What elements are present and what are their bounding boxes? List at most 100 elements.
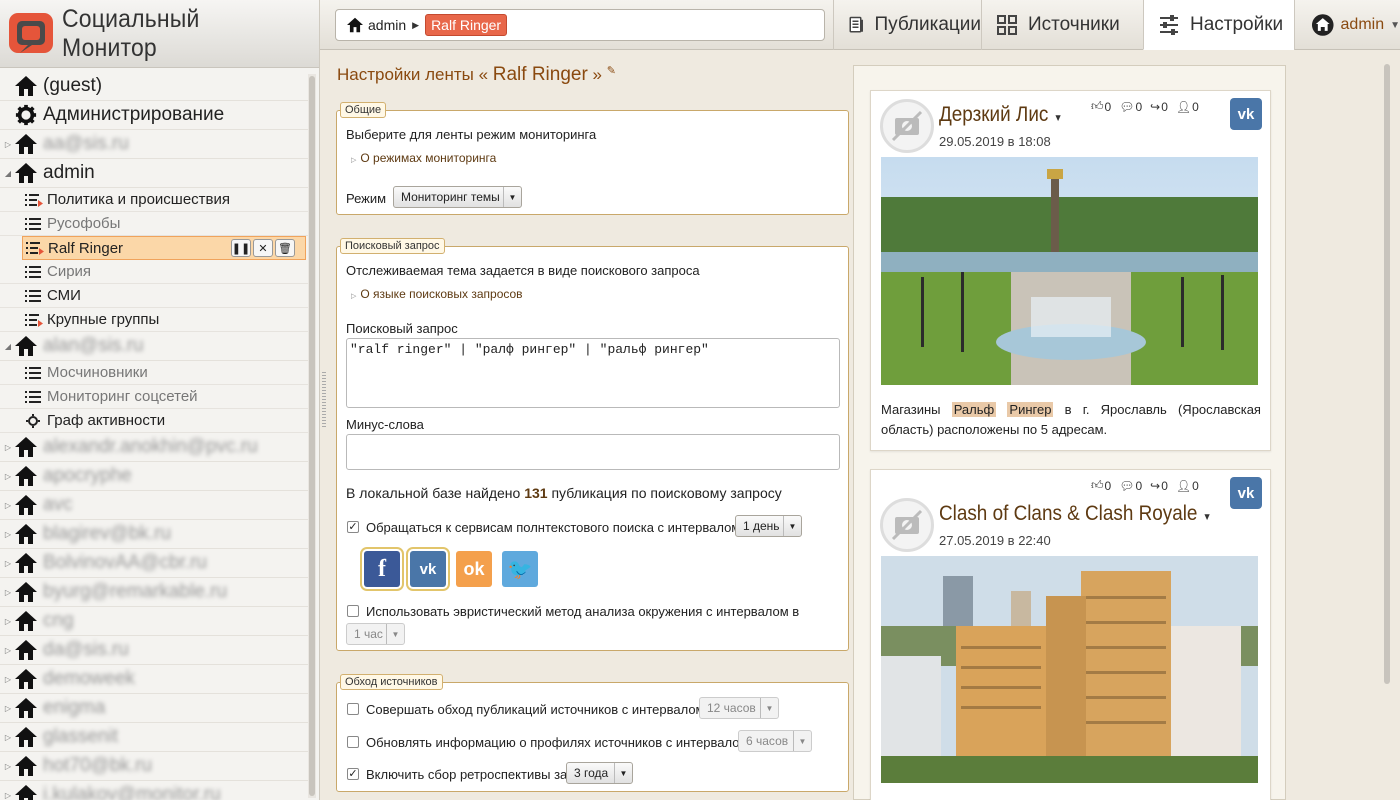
tree-node-user[interactable]: ▷ hot70@bk.ru [0,752,310,781]
settings-tools-icon[interactable]: ✕ [253,239,273,257]
tree-node-user[interactable]: ▷ aa@sis.ru [0,130,310,159]
caret-down-icon[interactable]: ▼ [1054,113,1063,124]
heuristic-interval-select[interactable]: 1 час ▼ [346,623,405,645]
retrospective-period-select[interactable]: 3 года ▼ [566,762,633,784]
home-icon[interactable] [346,17,364,33]
tree-node-user[interactable]: ▷ BolvinovAA@cbr.ru [0,549,310,578]
vk-icon[interactable]: vk [406,547,450,591]
facebook-icon[interactable]: f [360,547,404,591]
home-icon [15,495,37,515]
views-icon: 👤︎ 0 [1175,478,1199,493]
tree-node-administration[interactable]: Администрирование [0,101,310,130]
tree-node-user[interactable]: ▷ byurg@remarkable.ru [0,578,310,607]
crawl-posts-checkbox[interactable] [347,703,359,715]
group-general: Общие Выберите для ленты режим мониторин… [336,102,849,215]
caret-down-icon[interactable]: ▼ [1203,512,1212,523]
expand-arrow-icon[interactable]: ▷ [2,617,14,626]
feed-item[interactable]: СМИ [0,284,310,308]
expand-arrow-icon[interactable]: ▷ [2,472,14,481]
post-image[interactable] [881,556,1258,783]
breadcrumb-feed[interactable]: Ralf Ringer [425,14,508,36]
fulltext-interval-select[interactable]: 1 день ▼ [735,515,802,537]
scrollbar-thumb[interactable] [309,76,315,796]
home-icon [15,553,37,573]
scrollbar-thumb[interactable] [1384,64,1390,684]
expand-arrow-icon[interactable]: ▷ [2,588,14,597]
post-author[interactable]: Дерзкий Лис ▼ [939,103,1062,127]
tree-node-user[interactable]: ▷ alexandr.anokhin@pvc.ru [0,433,310,462]
expand-arrow-icon[interactable]: ▷ [2,791,14,800]
hint-link[interactable]: ▷ О режимах мониторинга [351,151,496,165]
tree-node-guest[interactable]: (guest) [0,72,310,101]
expand-arrow-icon[interactable]: ▷ [2,762,14,771]
pause-icon[interactable]: ❚❚ [231,239,251,257]
user-menu-button[interactable]: admin ▼ [1294,0,1400,50]
edit-icon[interactable]: ✎ [607,65,616,77]
tree-node-user[interactable]: ▷ cng [0,607,310,636]
breadcrumb-user[interactable]: admin [368,17,406,33]
feed-item[interactable]: Русофобы [0,212,310,236]
collapse-arrow-icon[interactable]: ◢ [2,169,14,178]
tree-node-user[interactable]: ▷ avc [0,491,310,520]
tab-settings[interactable]: Настройки [1143,0,1294,50]
app-logo[interactable] [6,9,56,59]
post-image[interactable] [881,157,1258,385]
tree-node-user[interactable]: ▷ blagirev@bk.ru [0,520,310,549]
mode-select[interactable]: Мониторинг темы ▼ [393,186,522,208]
feed-item-selected[interactable]: Ralf Ringer ❚❚ ✕ 🗑 [22,236,306,260]
fulltext-checkbox[interactable]: ✓ [347,521,359,533]
expand-arrow-icon[interactable]: ▷ [2,646,14,655]
hint-link[interactable]: ▷ О языке поисковых запросов [351,287,523,301]
sidebar-scrollbar[interactable] [308,74,316,798]
tree-node-user[interactable]: ◢ alan@sis.ru [0,332,310,361]
tree-node-user[interactable]: ▷ i.kulakov@monitor.ru [0,781,310,800]
expand-arrow-icon[interactable]: ▷ [2,559,14,568]
feed-item[interactable]: Крупные группы [0,308,310,332]
expand-arrow-icon[interactable]: ▷ [2,140,14,149]
expand-arrow-icon[interactable]: ▷ [2,443,14,452]
odnoklassniki-icon[interactable]: ok [456,551,492,587]
crawl-profiles-interval-select[interactable]: 6 часов ▼ [738,730,812,752]
heuristic-checkbox[interactable] [347,605,359,617]
crawl-profiles-checkbox[interactable] [347,736,359,748]
home-icon [15,669,37,689]
feed-item[interactable]: Мосчиновники [0,361,310,385]
group-crawl-sources: Обход источников Совершать обход публика… [336,674,849,792]
feed-item[interactable]: Граф активности [0,409,310,433]
like-icon: 👍︎ 0 [1091,478,1112,493]
tab-publications[interactable]: Публикации [833,0,981,50]
expand-arrow-icon[interactable]: ▷ [2,675,14,684]
crawl-posts-interval-select[interactable]: 12 часов ▼ [699,697,779,719]
collapse-arrow-icon[interactable]: ◢ [2,342,14,351]
panel-splitter[interactable] [322,372,326,428]
tree-node-user[interactable]: ▷ da@sis.ru [0,636,310,665]
vk-network-icon[interactable]: vk [1230,98,1262,130]
retrospective-checkbox[interactable]: ✓ [347,768,359,780]
tree-node-user[interactable]: ▷ demoweek [0,665,310,694]
tree-node-user[interactable]: ▷ glassenit [0,723,310,752]
post-stats: 👍︎ 0 💬︎ 0 ↪ 0 👤︎ 0 [1091,99,1199,114]
vk-network-icon[interactable]: vk [1230,477,1262,509]
post-author[interactable]: Clash of Clans & Clash Royale ▼ [939,502,1212,526]
tree-node-user[interactable]: ▷ enigma [0,694,310,723]
feed-item[interactable]: Мониторинг соцсетей [0,385,310,409]
expand-arrow-icon[interactable]: ▷ [2,530,14,539]
tab-sources[interactable]: Источники [981,0,1143,50]
search-query-input[interactable]: "ralf ringer" | "ралф рингер" | "ральф р… [346,338,840,408]
tree-node-admin[interactable]: ◢ admin [0,159,310,188]
expand-arrow-icon[interactable]: ▷ [2,704,14,713]
tree-node-user[interactable]: ▷ apocryphe [0,462,310,491]
twitter-icon[interactable]: 🐦 [502,551,538,587]
home-icon [15,785,37,800]
feed-scrollbar[interactable] [1383,62,1393,800]
expand-arrow-icon[interactable]: ▷ [2,501,14,510]
trash-icon[interactable]: 🗑 [275,239,295,257]
expand-arrow-icon[interactable]: ▷ [2,733,14,742]
feed-item[interactable]: Политика и происшествия [0,188,310,212]
avatar[interactable] [880,498,934,552]
avatar[interactable] [880,99,934,153]
feed-item[interactable]: Сирия [0,260,310,284]
gear-icon [15,104,37,126]
breadcrumb-separator-icon: ▶ [412,19,420,30]
minus-words-input[interactable] [346,434,840,470]
